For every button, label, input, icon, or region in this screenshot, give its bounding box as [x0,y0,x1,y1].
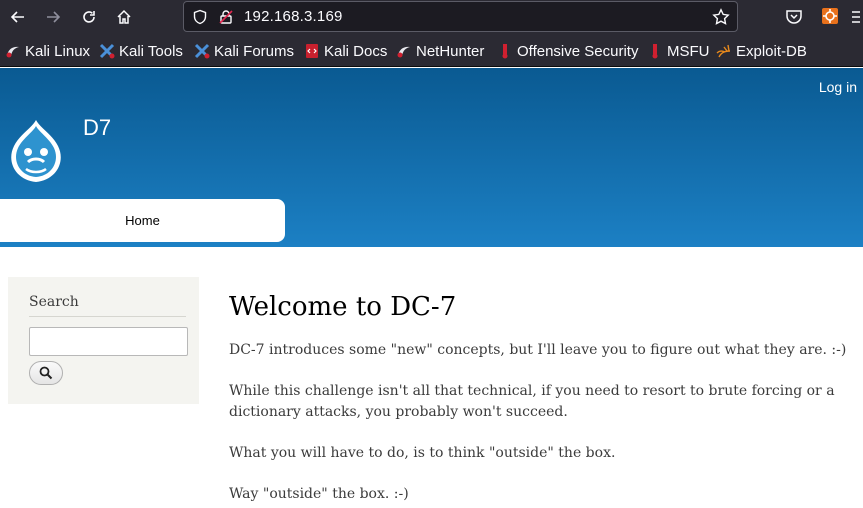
kali-dragon-icon [5,43,21,59]
search-block-title: Search [29,294,79,310]
kali-forums-icon [194,43,210,59]
search-block: Search [8,277,199,404]
drupal-logo-icon[interactable] [6,118,66,188]
bookmark-kali-docs[interactable]: Kali Docs [304,42,387,60]
nav-home-tab[interactable]: Home [0,199,285,242]
bookmark-offensive-security[interactable]: Offensive Security [497,42,638,60]
reload-icon [83,11,95,23]
kali-docs-icon [304,43,320,59]
insecure-lock-icon[interactable] [218,9,234,25]
bookmark-nethunter[interactable]: NetHunter [396,42,484,60]
paragraph: Way "outside" the box. :-) [229,486,409,502]
search-button[interactable] [29,361,63,385]
shield-icon[interactable] [192,9,208,25]
msfu-icon [647,43,663,59]
back-arrow-icon [10,11,24,23]
bookmark-star-icon[interactable] [712,8,730,26]
home-icon [117,9,131,24]
browser-toolbar: 192.168.3.169 [0,0,863,34]
nethunter-icon [396,43,412,59]
bookmark-kali-forums[interactable]: Kali Forums [194,42,294,60]
site-header: Log in D7 Home [0,68,863,247]
bookmark-kali-linux[interactable]: Kali Linux [5,42,90,60]
site-name[interactable]: D7 [83,115,111,141]
nav-home-label: Home [125,213,160,228]
back-button[interactable] [6,5,30,29]
forward-arrow-icon [47,11,61,23]
bookmark-exploit-db[interactable]: Exploit-DB [716,42,807,60]
url-bar[interactable]: 192.168.3.169 [183,1,738,32]
url-text[interactable]: 192.168.3.169 [244,8,343,25]
bookmark-msfu[interactable]: MSFU [647,42,710,60]
search-icon [39,366,53,380]
main-content: Welcome to DC-7 DC-7 introduces some "ne… [229,292,859,508]
forward-button[interactable] [41,5,65,29]
bookmarks-bar: Kali Linux Kali Tools Kali Forums Kali D… [0,34,863,67]
reload-button[interactable] [77,5,101,29]
paragraph: DC-7 introduces some "new" concepts, but… [229,342,847,358]
bookmark-kali-tools[interactable]: Kali Tools [99,42,183,60]
search-input[interactable] [29,327,188,356]
pocket-icon[interactable] [785,8,803,26]
offsec-icon [497,43,513,59]
extension-icon[interactable] [821,7,839,25]
divider [29,316,186,317]
menu-icon[interactable] [852,9,860,25]
paragraph: While this challenge isn't all that tech… [229,383,835,420]
login-link[interactable]: Log in [819,79,857,95]
kali-tools-icon [99,43,115,59]
paragraph: What you will have to do, is to think "o… [229,445,616,461]
home-button[interactable] [112,5,136,29]
page-title: Welcome to DC-7 [229,292,457,322]
exploitdb-icon [716,43,732,59]
